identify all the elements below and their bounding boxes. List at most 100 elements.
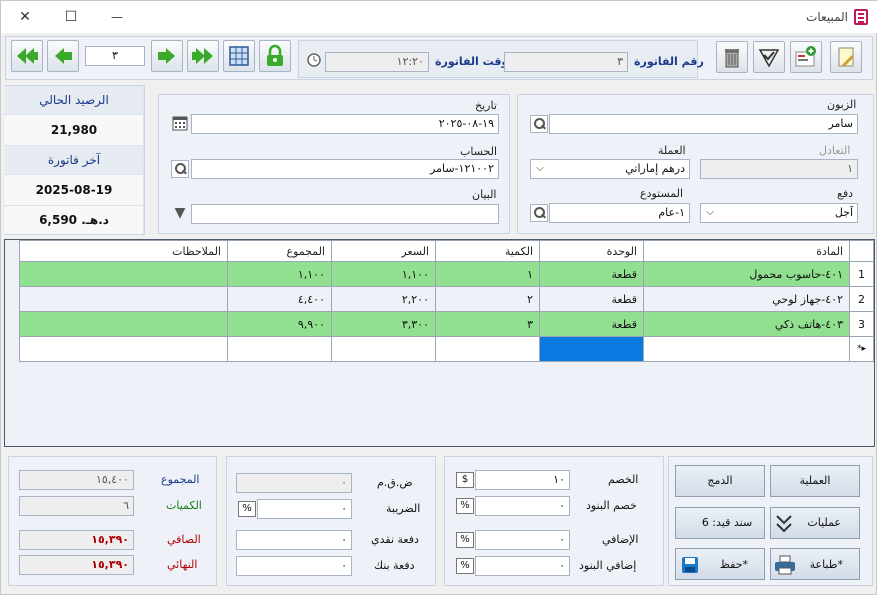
item-extra-unit-toggle[interactable]: %: [456, 558, 474, 574]
header-row: المادة الوحدة الكمية السعر المجموع الملا…: [19, 240, 874, 262]
bank-payment-input[interactable]: ٠: [236, 556, 352, 576]
row-number: 2: [849, 286, 874, 312]
qty-label: الكميات: [166, 499, 202, 512]
notes-cell[interactable]: [19, 261, 228, 287]
tax-unit-toggle[interactable]: %: [238, 501, 256, 517]
column-header-qty[interactable]: الكمية: [435, 240, 540, 262]
items-table: المادة الوحدة الكمية السعر المجموع الملا…: [19, 240, 874, 362]
chevron-down-icon[interactable]: ⌵: [701, 204, 719, 222]
item-cell[interactable]: ٤٠١-حاسوب محمول: [643, 261, 850, 287]
title-bar: المبيعات ✕ ☐ —: [1, 1, 877, 33]
item-cell[interactable]: ٤٠٢-جهاز لوحي: [643, 286, 850, 312]
extra-input[interactable]: ٠: [475, 530, 570, 550]
table-row[interactable]: 3 ٤٠٣-هاتف ذكي قطعة ٣ ٣,٣٠٠ ٩,٩٠٠: [19, 311, 874, 337]
item-discount-input[interactable]: ٠: [475, 496, 570, 516]
column-header-unit[interactable]: الوحدة: [539, 240, 644, 262]
item-cell[interactable]: [643, 336, 850, 362]
price-cell[interactable]: [331, 336, 436, 362]
qty-cell[interactable]: ١: [435, 261, 540, 287]
maximize-icon[interactable]: ☐: [61, 7, 81, 27]
calendar-icon[interactable]: [172, 115, 188, 131]
delete-button[interactable]: [716, 41, 748, 73]
warehouse-search-icon[interactable]: [530, 204, 548, 222]
bank-payment-label: دفعة بنك: [374, 559, 415, 572]
qty-cell[interactable]: [435, 336, 540, 362]
payment-select[interactable]: آجل: [700, 203, 858, 223]
balance-label: الرصيد الحالي: [5, 86, 143, 114]
table-row[interactable]: 1 ٤٠١-حاسوب محمول قطعة ١ ١,١٠٠ ١,١٠٠: [19, 261, 874, 287]
cash-payment-input[interactable]: ٠: [236, 530, 352, 550]
exchange-label: التعادل: [819, 144, 851, 157]
grid-view-button[interactable]: [223, 40, 255, 72]
grid-icon: [229, 46, 249, 66]
item-cell[interactable]: ٤٠٣-هاتف ذكي: [643, 311, 850, 337]
next-record-button[interactable]: [151, 40, 183, 72]
unit-cell[interactable]: قطعة: [539, 311, 644, 337]
save-button[interactable]: حفظ*: [675, 548, 765, 580]
notes-cell[interactable]: [19, 311, 228, 337]
qty-cell[interactable]: ٢: [435, 286, 540, 312]
record-number-input[interactable]: ٣: [85, 46, 145, 66]
minimize-icon[interactable]: —: [107, 7, 127, 27]
column-header-item[interactable]: المادة: [643, 240, 850, 262]
column-header-total[interactable]: المجموع: [227, 240, 332, 262]
currency-select[interactable]: درهم إماراتي: [530, 159, 690, 179]
total-cell[interactable]: ١,١٠٠: [227, 261, 332, 287]
unit-cell[interactable]: قطعة: [539, 261, 644, 287]
selected-cell[interactable]: [539, 336, 644, 362]
print-button[interactable]: طباعة*: [770, 548, 860, 580]
account-input[interactable]: ١٢١٠٠٢-سامر: [191, 159, 499, 179]
date-input[interactable]: ١٩-٠٨-٢٠٢٥: [191, 114, 499, 134]
close-icon[interactable]: ✕: [15, 7, 35, 27]
operations-button[interactable]: عمليات: [770, 507, 860, 539]
previous-record-button[interactable]: [47, 40, 79, 72]
edit-button[interactable]: [830, 41, 862, 73]
item-discount-unit-toggle[interactable]: %: [456, 498, 474, 514]
notes-cell[interactable]: [19, 286, 228, 312]
filter-icon[interactable]: ▼: [171, 204, 189, 222]
price-cell[interactable]: ٢,٢٠٠: [331, 286, 436, 312]
unit-cell[interactable]: قطعة: [539, 286, 644, 312]
notes-cell[interactable]: [19, 336, 228, 362]
customer-input[interactable]: سامر: [549, 114, 858, 134]
discount-label: الخصم: [608, 473, 639, 486]
payment-value: آجل: [834, 206, 853, 219]
lock-icon: [267, 44, 283, 66]
chevron-down-icon[interactable]: ⌵: [531, 160, 549, 178]
currency-value: درهم إماراتي: [625, 162, 685, 175]
entry-voucher-button[interactable]: سند قيد: 6: [675, 507, 765, 539]
total-cell[interactable]: [227, 336, 332, 362]
customer-search-icon[interactable]: [530, 115, 548, 133]
last-invoice-label: آخر فاتورة: [5, 146, 143, 174]
new-invoice-button[interactable]: [790, 41, 822, 73]
merge-button[interactable]: الدمج: [675, 465, 765, 497]
table-row[interactable]: 2 ٤٠٢-جهاز لوحي قطعة ٢ ٢,٢٠٠ ٤,٤٠٠: [19, 286, 874, 312]
column-header-price[interactable]: السعر: [331, 240, 436, 262]
item-extra-input[interactable]: ٠: [475, 556, 570, 576]
warehouse-input[interactable]: ١-عام: [549, 203, 690, 223]
tax-input[interactable]: ٠: [257, 499, 352, 519]
discount-unit-toggle[interactable]: $: [456, 472, 474, 488]
invoice-number-label: رقم الفاتورة: [634, 55, 704, 68]
statement-input[interactable]: [191, 204, 499, 224]
row-number: 1: [849, 261, 874, 287]
total-cell[interactable]: ٤,٤٠٠: [227, 286, 332, 312]
last-record-button[interactable]: [187, 40, 219, 72]
first-record-button[interactable]: [11, 40, 43, 72]
approve-button[interactable]: [753, 41, 785, 73]
operation-button[interactable]: العملية: [770, 465, 860, 497]
discount-input[interactable]: ١٠: [475, 470, 570, 490]
currency-label: العملة: [658, 144, 686, 157]
account-search-icon[interactable]: [171, 160, 189, 178]
account-label: الحساب: [460, 145, 498, 158]
qty-cell[interactable]: ٣: [435, 311, 540, 337]
price-cell[interactable]: ٣,٣٠٠: [331, 311, 436, 337]
column-header-notes[interactable]: الملاحظات: [19, 240, 228, 262]
extra-unit-toggle[interactable]: %: [456, 532, 474, 548]
lock-button[interactable]: [259, 40, 291, 72]
arrow-left-icon: [55, 48, 72, 64]
total-cell[interactable]: ٩,٩٠٠: [227, 311, 332, 337]
price-cell[interactable]: ١,١٠٠: [331, 261, 436, 287]
net-label: الصافي: [167, 533, 201, 546]
new-row[interactable]: ▸*: [19, 336, 874, 362]
